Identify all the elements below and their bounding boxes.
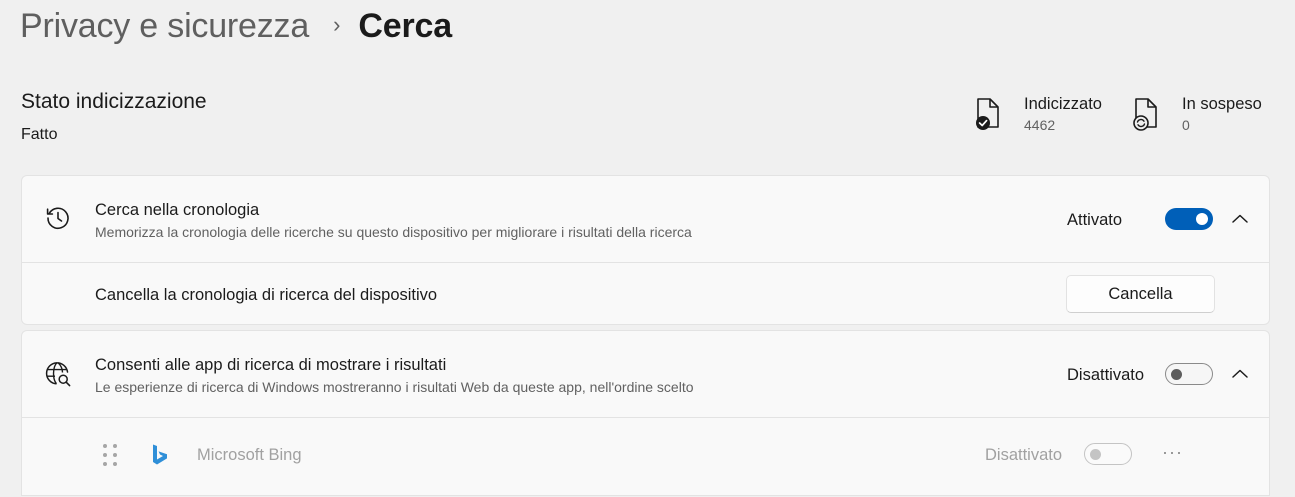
indexed-label: Indicizzato xyxy=(1024,95,1102,113)
search-history-card: Cerca nella cronologia Memorizza la cron… xyxy=(21,175,1270,325)
pending-label: In sospeso xyxy=(1182,95,1262,113)
search-apps-card: Consenti alle app di ricerca di mostrare… xyxy=(21,330,1270,496)
globe-search-icon xyxy=(45,362,71,387)
drag-handle-icon[interactable] xyxy=(100,442,120,468)
indexing-status-value: Fatto xyxy=(21,126,58,143)
search-history-toggle[interactable] xyxy=(1165,208,1213,230)
search-apps-title: Consenti alle app di ricerca di mostrare… xyxy=(95,356,447,374)
search-history-title: Cerca nella cronologia xyxy=(95,201,260,219)
search-history-subtitle: Memorizza la cronologia delle ricerche s… xyxy=(95,224,692,240)
search-apps-toggle[interactable] xyxy=(1165,363,1213,385)
search-apps-header[interactable]: Consenti alle app di ricerca di mostrare… xyxy=(22,331,1269,417)
breadcrumb-parent[interactable]: Privacy e sicurezza xyxy=(20,7,309,46)
indexed-file-icon xyxy=(976,98,999,130)
clear-history-row: Cancella la cronologia di ricerca del di… xyxy=(22,262,1269,325)
more-options-icon[interactable]: ··· xyxy=(1162,442,1183,463)
search-app-toggle[interactable] xyxy=(1084,443,1132,465)
toggle-knob xyxy=(1090,449,1101,460)
clear-history-button[interactable]: Cancella xyxy=(1066,275,1215,313)
page-title: Cerca xyxy=(358,6,452,45)
toggle-knob xyxy=(1171,369,1182,380)
search-apps-subtitle: Le esperienze di ricerca di Windows most… xyxy=(95,379,694,395)
search-app-state: Disattivato xyxy=(985,446,1063,464)
clear-history-label: Cancella la cronologia di ricerca del di… xyxy=(95,286,438,304)
breadcrumb: Privacy e sicurezza › Cerca xyxy=(20,4,452,48)
chevron-up-icon[interactable] xyxy=(1230,212,1250,226)
search-app-name: Microsoft Bing xyxy=(197,446,302,464)
indexing-status-title: Stato indicizzazione xyxy=(21,90,207,113)
toggle-knob xyxy=(1196,213,1208,225)
pending-file-icon xyxy=(1133,98,1157,131)
search-apps-state: Disattivato xyxy=(1067,366,1145,384)
search-history-state: Attivato xyxy=(1067,211,1123,229)
search-app-item: Microsoft Bing Disattivato ··· xyxy=(22,417,1269,497)
pending-count: 0 xyxy=(1182,117,1190,133)
bing-icon xyxy=(153,444,167,465)
indexed-count: 4462 xyxy=(1024,117,1056,133)
search-history-header[interactable]: Cerca nella cronologia Memorizza la cron… xyxy=(22,176,1269,262)
pending-stat: In sospeso 0 xyxy=(1132,94,1262,135)
indexed-stat: Indicizzato 4462 xyxy=(974,94,1102,135)
breadcrumb-separator-icon: › xyxy=(333,12,341,37)
chevron-up-icon[interactable] xyxy=(1230,367,1250,381)
history-icon xyxy=(46,207,69,230)
